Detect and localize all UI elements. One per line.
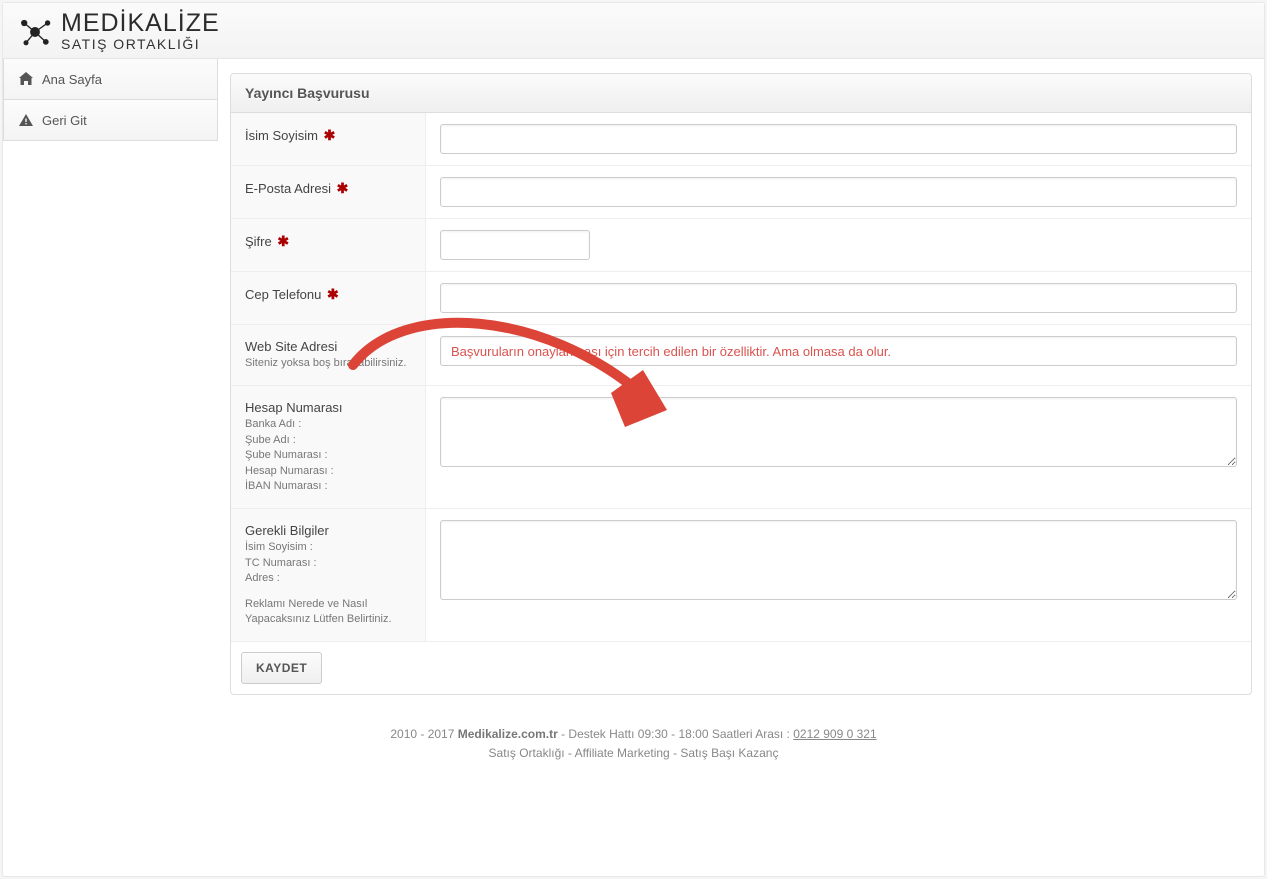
sidebar-item-label: Ana Sayfa: [42, 72, 102, 87]
sidebar-item-back[interactable]: Geri Git: [4, 100, 217, 141]
sidebar-item-home[interactable]: Ana Sayfa: [4, 59, 217, 100]
brand-subtitle: SATIŞ ORTAKLIĞI: [61, 36, 220, 52]
save-button[interactable]: KAYDET: [241, 652, 322, 684]
label-email: E-Posta Adresi: [245, 181, 331, 196]
warning-triangle-icon: [18, 112, 34, 128]
label-website-sub: Siteniz yoksa boş bırakabilirsiniz.: [245, 356, 411, 371]
required-textarea[interactable]: [440, 520, 1237, 600]
label-required-sub4: Reklamı Nerede ve Nasıl Yapacaksınız Lüt…: [245, 597, 411, 628]
password-input[interactable]: [440, 230, 590, 260]
form-row-account: Hesap Numarası Banka Adı : Şube Adı : Şu…: [231, 386, 1251, 509]
account-textarea[interactable]: [440, 397, 1237, 467]
website-input[interactable]: [440, 336, 1237, 366]
form-row-website: Web Site Adresi Siteniz yoksa boş bıraka…: [231, 325, 1251, 386]
required-star-icon: ✱: [327, 286, 339, 302]
label-required-sub2: TC Numarası :: [245, 556, 411, 571]
footer-domain: Medikalize.com.tr: [458, 727, 558, 741]
label-account-sub3: Şube Numarası :: [245, 448, 411, 463]
brand-title: MEDİKALİZE: [61, 11, 220, 36]
label-account-sub4: Hesap Numarası :: [245, 464, 411, 479]
email-input[interactable]: [440, 177, 1237, 207]
label-account-sub2: Şube Adı :: [245, 433, 411, 448]
label-account-sub5: İBAN Numarası :: [245, 479, 411, 494]
required-star-icon: ✱: [277, 233, 289, 249]
publisher-form-panel: Yayıncı Başvurusu İsim Soyisim ✱: [230, 73, 1252, 695]
label-website: Web Site Adresi: [245, 339, 411, 354]
form-row-password: Şifre ✱: [231, 219, 1251, 272]
form-row-phone: Cep Telefonu ✱: [231, 272, 1251, 325]
label-phone: Cep Telefonu: [245, 287, 321, 302]
required-star-icon: ✱: [337, 180, 349, 196]
form-row-required: Gerekli Bilgiler İsim Soyisim : TC Numar…: [231, 509, 1251, 642]
label-name: İsim Soyisim: [245, 128, 318, 143]
footer-tagline: Satış Ortaklığı - Affiliate Marketing - …: [3, 744, 1264, 763]
label-account-sub1: Banka Adı :: [245, 417, 411, 432]
footer-support-text: - Destek Hattı 09:30 - 18:00 Saatleri Ar…: [558, 727, 793, 741]
content-panel: Yayıncı Başvurusu İsim Soyisim ✱: [218, 59, 1264, 709]
label-account: Hesap Numarası: [245, 400, 411, 415]
label-required: Gerekli Bilgiler: [245, 523, 411, 538]
home-icon: [18, 71, 34, 87]
label-required-sub3: Adres :: [245, 571, 411, 586]
sidebar: Ana Sayfa Geri Git: [3, 59, 218, 709]
page-footer: 2010 - 2017 Medikalize.com.tr - Destek H…: [3, 709, 1264, 785]
required-star-icon: ✱: [324, 127, 336, 143]
form-row-name: İsim Soyisim ✱: [231, 113, 1251, 166]
form-row-email: E-Posta Adresi ✱: [231, 166, 1251, 219]
brand-logo-icon: [17, 14, 53, 50]
phone-input[interactable]: [440, 283, 1237, 313]
sidebar-item-label: Geri Git: [42, 113, 87, 128]
footer-phone-link[interactable]: 0212 909 0 321: [793, 727, 876, 741]
label-password: Şifre: [245, 234, 272, 249]
app-header: MEDİKALİZE SATIŞ ORTAKLIĞI: [3, 3, 1264, 59]
form-title: Yayıncı Başvurusu: [231, 74, 1251, 113]
footer-copyright: 2010 - 2017: [390, 727, 457, 741]
label-required-sub1: İsim Soyisim :: [245, 540, 411, 555]
name-input[interactable]: [440, 124, 1237, 154]
